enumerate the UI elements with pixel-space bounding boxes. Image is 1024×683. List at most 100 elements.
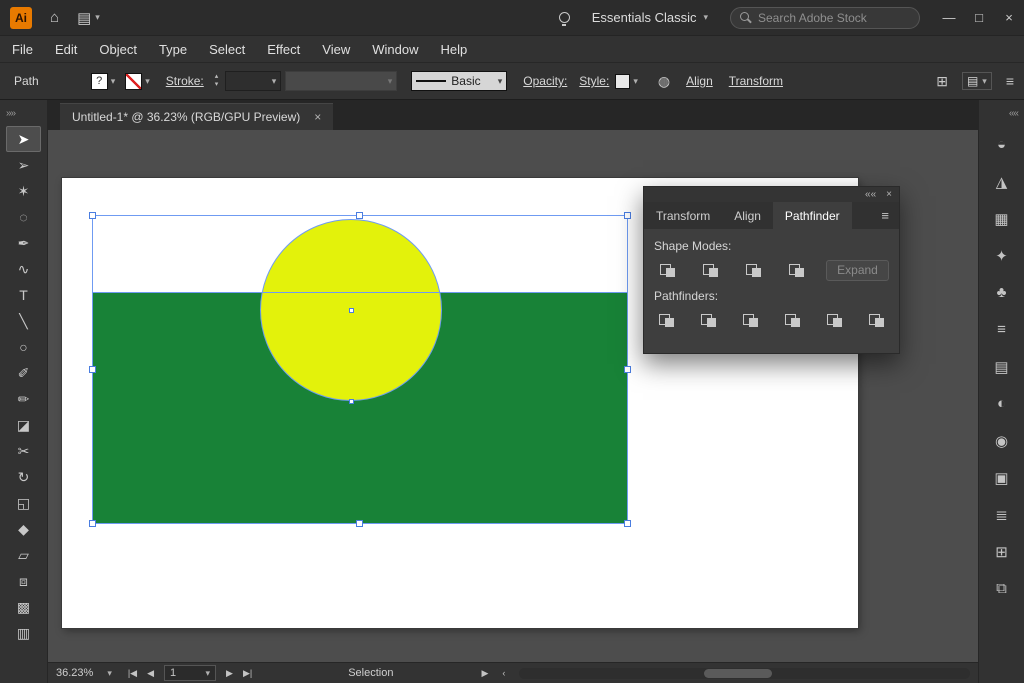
handle-bottom-right[interactable]: [624, 520, 631, 527]
style-label[interactable]: Style:: [579, 74, 609, 88]
crop-button[interactable]: [780, 309, 805, 331]
panel-dock-toggle[interactable]: ▤ ▾: [962, 72, 992, 90]
next-artboard-icon[interactable]: ▶: [226, 668, 233, 679]
pen-tool[interactable]: ✒: [0, 230, 47, 256]
rotate-tool[interactable]: ↻: [0, 464, 47, 490]
menu-window[interactable]: Window: [361, 36, 429, 62]
handle-middle-right[interactable]: [624, 366, 631, 373]
outline-button[interactable]: [822, 309, 847, 331]
tab-close-icon[interactable]: ×: [314, 110, 321, 124]
circle-bottom-anchor[interactable]: [349, 399, 354, 404]
flyout-right-icon[interactable]: ▶: [481, 668, 488, 679]
stroke-weight-combo[interactable]: ▾: [225, 71, 281, 91]
menu-edit[interactable]: Edit: [44, 36, 88, 62]
artboards-panel-icon[interactable]: ⊞: [979, 533, 1024, 570]
document-tab[interactable]: Untitled-1* @ 36.23% (RGB/GPU Preview) ×: [60, 103, 333, 130]
workspace-switcher[interactable]: Essentials Classic ▾: [592, 10, 708, 25]
curvature-tool[interactable]: ∿: [0, 256, 47, 282]
symbols-panel-icon[interactable]: ♣: [979, 274, 1024, 311]
handle-bottom-center[interactable]: [356, 520, 363, 527]
toolbar-collapse[interactable]: »»: [0, 100, 47, 126]
transparency-panel-icon[interactable]: ◐: [979, 385, 1024, 422]
transform-link[interactable]: Transform: [729, 74, 783, 88]
divide-button[interactable]: [654, 309, 679, 331]
fill-swatch[interactable]: ?: [91, 73, 108, 90]
document-setup-globe-icon[interactable]: ◍: [658, 73, 670, 90]
graphic-styles-panel-icon[interactable]: ▣: [979, 459, 1024, 496]
flyout-left-icon[interactable]: ‹: [502, 668, 505, 679]
style-swatch[interactable]: [615, 74, 630, 89]
exclude-button[interactable]: [783, 259, 809, 281]
appearance-panel-icon[interactable]: ◉: [979, 422, 1024, 459]
circle-center-anchor[interactable]: [349, 308, 354, 313]
search-input[interactable]: [758, 11, 898, 25]
lightbulb-icon[interactable]: [559, 12, 570, 23]
menu-select[interactable]: Select: [198, 36, 256, 62]
mesh-tool[interactable]: ▩: [0, 594, 47, 620]
selection-bounding-box[interactable]: [92, 215, 628, 524]
fill-control[interactable]: ? ▾: [91, 73, 116, 90]
handle-top-center[interactable]: [356, 212, 363, 219]
stroke-control[interactable]: ▾: [125, 73, 150, 90]
trim-button[interactable]: [696, 309, 721, 331]
merge-button[interactable]: [738, 309, 763, 331]
scale-tool[interactable]: ◱: [0, 490, 47, 516]
handle-middle-left[interactable]: [89, 366, 96, 373]
gradient-panel-icon[interactable]: ▤: [979, 348, 1024, 385]
intersect-button[interactable]: [740, 259, 766, 281]
stepper-up-icon[interactable]: ▴: [212, 73, 222, 81]
artboard-number-combo[interactable]: 1 ▾: [164, 665, 216, 681]
minimize-button[interactable]: —: [934, 0, 964, 36]
maximize-button[interactable]: □: [964, 0, 994, 36]
stepper-down-icon[interactable]: ▾: [212, 81, 222, 89]
scissors-tool[interactable]: ✂: [0, 438, 47, 464]
workspace-layout-icon[interactable]: ▤ ▾: [77, 9, 100, 27]
previous-artboard-icon[interactable]: ◀: [147, 668, 154, 679]
free-transform-tool[interactable]: ▱: [0, 542, 47, 568]
eraser-tool[interactable]: ◪: [0, 412, 47, 438]
chevron-down-icon[interactable]: ▾: [111, 76, 116, 87]
panel-close-icon[interactable]: ×: [886, 189, 892, 200]
handle-top-right[interactable]: [624, 212, 631, 219]
width-tool[interactable]: ◆: [0, 516, 47, 542]
menu-effect[interactable]: Effect: [256, 36, 311, 62]
chevron-down-icon[interactable]: ▾: [145, 76, 150, 87]
line-segment-tool[interactable]: ╲: [0, 308, 47, 334]
shape-builder-tool[interactable]: ⧈: [0, 568, 47, 594]
color-panel-icon[interactable]: ◒: [979, 126, 1024, 163]
stroke-weight-stepper[interactable]: ▴ ▾: [212, 73, 222, 89]
unite-button[interactable]: [654, 259, 680, 281]
layers-panel-icon[interactable]: ≣: [979, 496, 1024, 533]
asset-export-panel-icon[interactable]: ⧉: [979, 570, 1024, 607]
menu-view[interactable]: View: [311, 36, 361, 62]
tab-pathfinder[interactable]: Pathfinder: [773, 202, 852, 229]
first-artboard-icon[interactable]: |◀: [128, 668, 137, 679]
color-guide-panel-icon[interactable]: ◮: [979, 163, 1024, 200]
control-menu-icon[interactable]: ≡: [1006, 73, 1014, 89]
gradient-tool[interactable]: ▥: [0, 620, 47, 646]
brushes-panel-icon[interactable]: ✦: [979, 237, 1024, 274]
handle-bottom-left[interactable]: [89, 520, 96, 527]
last-artboard-icon[interactable]: ▶|: [243, 668, 252, 679]
pencil-tool[interactable]: ✏: [0, 386, 47, 412]
chevron-down-icon[interactable]: ▾: [633, 76, 638, 87]
stroke-swatch-none[interactable]: [125, 73, 142, 90]
app-logo-icon[interactable]: Ai: [10, 7, 32, 29]
scrollbar-thumb[interactable]: [704, 669, 772, 678]
swatches-panel-icon[interactable]: ▦: [979, 200, 1024, 237]
stroke-label[interactable]: Stroke:: [166, 74, 204, 88]
panel-collapse-icon[interactable]: ««: [865, 189, 876, 200]
selection-tool[interactable]: ➤: [6, 126, 41, 152]
ellipse-tool[interactable]: ○: [0, 334, 47, 360]
handle-top-left[interactable]: [89, 212, 96, 219]
stroke-panel-icon[interactable]: ≡: [979, 311, 1024, 348]
status-indicator[interactable]: Selection: [348, 667, 393, 679]
zoom-control[interactable]: 36.23% ▾: [56, 667, 112, 679]
brush-definition-combo[interactable]: Basic ▾: [411, 71, 507, 91]
align-link[interactable]: Align: [686, 74, 713, 88]
home-icon[interactable]: ⌂: [50, 9, 59, 26]
minus-back-button[interactable]: [864, 309, 889, 331]
menu-help[interactable]: Help: [429, 36, 478, 62]
opacity-label[interactable]: Opacity:: [523, 74, 567, 88]
horizontal-scrollbar[interactable]: [519, 668, 970, 679]
